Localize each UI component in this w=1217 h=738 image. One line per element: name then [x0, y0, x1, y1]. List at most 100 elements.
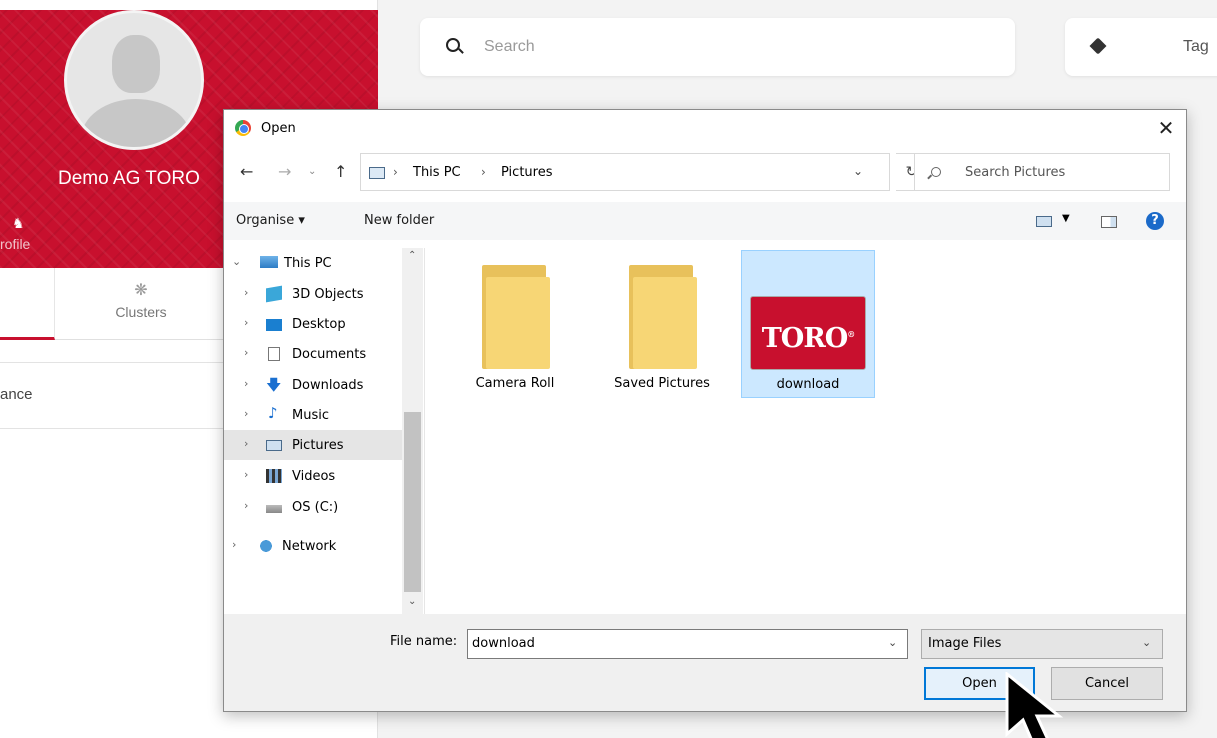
scrollbar-thumb[interactable] — [404, 412, 421, 592]
tree-item-downloads[interactable]: › 🡇 Downloads — [224, 370, 402, 400]
tree-item-os-c[interactable]: › OS (C:) — [224, 492, 402, 522]
downloads-icon: 🡇 — [266, 376, 282, 394]
tree-item-music[interactable]: › ♪ Music — [224, 400, 402, 430]
tree-item-label: Desktop — [292, 317, 346, 332]
tab-clusters-label: Clusters — [115, 304, 167, 320]
file-item-saved-pictures[interactable]: Saved Pictures — [596, 250, 730, 398]
tree-item-label: Music — [292, 408, 329, 423]
breadcrumb-pictures[interactable]: Pictures — [501, 165, 552, 180]
app-search-bar[interactable]: Search — [420, 18, 1015, 76]
chevron-down-icon[interactable]: ⌄ — [1142, 636, 1151, 649]
tree-item-label: Downloads — [292, 378, 364, 393]
back-arrow-icon[interactable]: ← — [240, 162, 253, 181]
toro-logo-thumbnail: TORO® — [750, 296, 866, 370]
up-arrow-icon[interactable]: ↑ — [334, 162, 347, 181]
preview-pane-icon[interactable] — [1101, 216, 1117, 228]
chevron-right-icon[interactable]: › — [244, 316, 248, 329]
file-name-input[interactable]: download ⌄ — [467, 629, 908, 659]
chevron-down-icon[interactable]: ⌄ — [888, 636, 897, 649]
file-type-select[interactable]: Image Files ⌄ — [921, 629, 1163, 659]
organise-button[interactable]: Organise ▾ — [236, 213, 305, 228]
file-type-value: Image Files — [928, 636, 1002, 651]
person-icon[interactable]: ♞ — [12, 215, 25, 232]
file-name-label: download — [776, 377, 840, 392]
chrome-icon — [235, 120, 251, 136]
avatar-head — [112, 35, 160, 93]
tab-clusters[interactable]: ❋ Clusters — [56, 268, 226, 340]
tree-item-network[interactable]: › Network — [224, 531, 402, 561]
3d-objects-icon — [266, 285, 282, 303]
change-view-icon[interactable] — [1036, 216, 1052, 227]
breadcrumb-separator: › — [393, 165, 398, 179]
tree-item-label: Pictures — [292, 438, 344, 453]
avatar[interactable] — [64, 10, 204, 150]
drive-icon — [266, 505, 282, 513]
folder-icon — [482, 265, 550, 369]
chevron-right-icon[interactable]: › — [232, 538, 236, 551]
tree-item-this-pc[interactable]: ⌄ This PC — [224, 248, 402, 278]
videos-icon — [266, 469, 282, 483]
tree-item-label: OS (C:) — [292, 500, 339, 515]
clusters-icon: ❋ — [134, 282, 148, 299]
chevron-down-icon[interactable]: ⌄ — [232, 255, 241, 268]
new-folder-button[interactable]: New folder — [364, 213, 434, 228]
chevron-right-icon[interactable]: › — [244, 377, 248, 390]
dialog-titlebar[interactable]: Open ✕ — [224, 110, 1186, 148]
search-icon — [446, 38, 460, 52]
chevron-right-icon[interactable]: › — [244, 346, 248, 359]
chevron-right-icon[interactable]: › — [244, 437, 248, 450]
pictures-location-icon — [369, 167, 385, 179]
documents-icon — [268, 347, 280, 361]
open-file-dialog: Open ✕ ← → ⌄ ↑ › This PC › Pictures ⌄ ↻ … — [223, 109, 1187, 712]
tree-item-desktop[interactable]: › Desktop — [224, 309, 402, 339]
view-options-dropdown-icon[interactable]: ▼ — [1062, 213, 1070, 224]
tree-item-documents[interactable]: › Documents — [224, 339, 402, 369]
tree-item-label: This PC — [284, 256, 332, 271]
chevron-right-icon[interactable]: › — [244, 407, 248, 420]
forward-arrow-icon[interactable]: → — [278, 162, 291, 181]
profile-name: Demo AG TORO — [58, 168, 200, 189]
nav-pane-scrollbar[interactable]: ⌃ ⌄ — [402, 248, 423, 614]
chevron-right-icon[interactable]: › — [244, 468, 248, 481]
tree-item-3d-objects[interactable]: › 3D Objects — [224, 279, 402, 309]
tree-item-pictures[interactable]: › Pictures — [224, 430, 402, 460]
file-name-label: Camera Roll — [475, 376, 555, 391]
mouse-cursor-icon — [1005, 672, 1064, 738]
scroll-down-icon[interactable]: ⌄ — [408, 596, 416, 607]
profile-tab-label[interactable]: rofile — [0, 236, 30, 252]
tag-icon — [1089, 37, 1107, 55]
file-name-label: Saved Pictures — [614, 376, 710, 391]
tree-item-videos[interactable]: › Videos — [224, 461, 402, 491]
file-item-download[interactable]: TORO® download — [741, 250, 875, 398]
recent-locations-icon[interactable]: ⌄ — [308, 166, 316, 177]
section-item[interactable]: ance — [0, 386, 33, 403]
folder-icon — [629, 265, 697, 369]
music-icon: ♪ — [268, 404, 278, 422]
help-icon[interactable]: ? — [1146, 212, 1164, 230]
file-name-value: download — [472, 636, 535, 651]
tag-label: Tag — [1183, 38, 1209, 55]
tree-item-label: Network — [282, 539, 337, 554]
tree-item-label: 3D Objects — [292, 287, 364, 302]
address-bar[interactable]: › This PC › Pictures ⌄ — [360, 153, 890, 191]
breadcrumb-separator: › — [481, 165, 486, 179]
search-pictures-input[interactable]: Search Pictures — [914, 153, 1170, 191]
close-button[interactable]: ✕ — [1154, 116, 1178, 140]
search-placeholder: Search — [484, 38, 535, 55]
file-item-camera-roll[interactable]: Camera Roll — [449, 250, 583, 398]
network-icon — [258, 539, 274, 553]
chevron-down-icon[interactable]: ⌄ — [853, 164, 863, 178]
pictures-icon — [266, 440, 282, 451]
chevron-right-icon[interactable]: › — [244, 499, 248, 512]
search-icon — [931, 167, 941, 177]
scroll-up-icon[interactable]: ⌃ — [408, 250, 416, 261]
search-pictures-placeholder: Search Pictures — [965, 165, 1066, 180]
command-bar: Organise ▾ New folder ▼ ? — [224, 202, 1186, 240]
tag-filter[interactable]: Tag — [1065, 18, 1217, 76]
breadcrumb-this-pc[interactable]: This PC — [413, 165, 461, 180]
desktop-icon — [266, 319, 282, 331]
file-name-label: File name: — [390, 634, 458, 649]
chevron-right-icon[interactable]: › — [244, 286, 248, 299]
tree-item-label: Videos — [292, 469, 336, 484]
tab-active[interactable] — [0, 268, 55, 340]
